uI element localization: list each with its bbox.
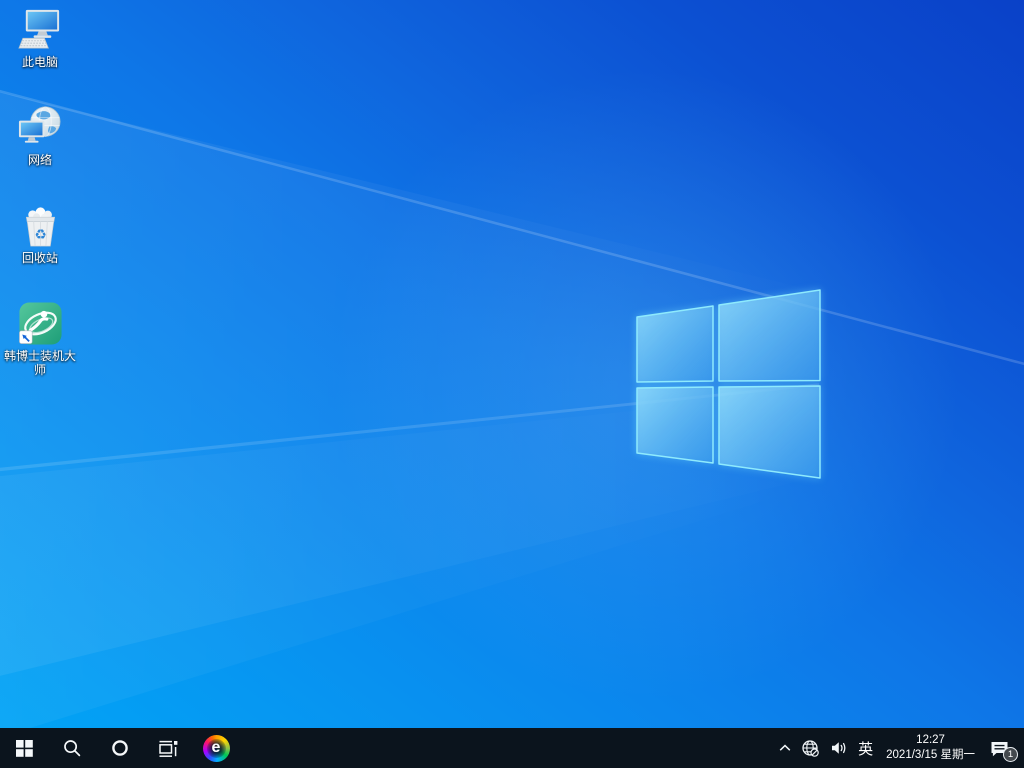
clock-date: 2021/3/15 星期一 bbox=[886, 749, 975, 761]
notification-count-badge: 1 bbox=[1003, 747, 1018, 762]
clock-time: 12:27 bbox=[916, 734, 945, 747]
input-method-indicator[interactable]: 英 bbox=[853, 728, 878, 768]
icon-label-recycle-bin: 回收站 bbox=[21, 251, 58, 265]
search-icon bbox=[64, 740, 81, 757]
icon-label-this-pc: 此电脑 bbox=[21, 55, 58, 69]
edge-letter: e bbox=[211, 739, 221, 756]
desktop-icon-recycle-bin[interactable]: ♻ 回收站 bbox=[1, 202, 79, 300]
icon-label-hanboshi-installer: 韩博士装机大师 bbox=[3, 349, 76, 377]
chevron-up-icon bbox=[779, 744, 791, 751]
taskbar: e 英 12:27 2021/3/15 星期一 1 bbox=[0, 728, 1024, 768]
network-status-button[interactable] bbox=[796, 728, 825, 768]
taskbar-left-buttons: e bbox=[0, 728, 240, 768]
hanboshi-installer-icon bbox=[17, 300, 64, 347]
task-view-icon bbox=[159, 740, 178, 757]
edge-browser-button[interactable]: e bbox=[192, 728, 240, 768]
taskbar-clock[interactable]: 12:27 2021/3/15 星期一 bbox=[878, 733, 983, 763]
task-view-button[interactable] bbox=[144, 728, 192, 768]
desktop-icon-this-pc[interactable]: 此电脑 bbox=[1, 6, 79, 104]
start-button[interactable] bbox=[0, 728, 48, 768]
shortcut-arrow-overlay bbox=[18, 330, 32, 344]
recycle-bin-icon: ♻ bbox=[17, 202, 64, 249]
search-button[interactable] bbox=[48, 728, 96, 768]
icon-label-network: 网络 bbox=[27, 153, 52, 167]
windows-start-icon bbox=[15, 739, 33, 757]
network-icon bbox=[17, 104, 64, 151]
light-ray-lower bbox=[0, 383, 820, 472]
desktop-icon-hanboshi-installer[interactable]: 韩博士装机大师 bbox=[1, 300, 79, 398]
action-center-button[interactable]: 1 bbox=[983, 728, 1020, 768]
light-ray-upper bbox=[0, 89, 1024, 366]
system-tray: 英 12:27 2021/3/15 星期一 1 bbox=[774, 728, 1024, 768]
volume-button[interactable] bbox=[825, 728, 853, 768]
globe-no-internet-icon bbox=[802, 739, 819, 757]
cortana-icon bbox=[112, 740, 128, 756]
desktop-icon-grid: 此电脑 网络 ♻ 回收站 韩博士装机大师 bbox=[1, 6, 79, 398]
desktop-icon-network[interactable]: 网络 bbox=[1, 104, 79, 202]
this-pc-icon bbox=[17, 6, 64, 53]
speaker-icon bbox=[832, 742, 846, 754]
light-ray-wedge bbox=[0, 92, 820, 676]
desktop-wallpaper bbox=[0, 0, 1024, 768]
windows-desktop: 此电脑 网络 ♻ 回收站 韩博士装机大师 e 英 12:27 2021/3/15… bbox=[0, 0, 1024, 768]
edge-icon: e bbox=[202, 734, 230, 762]
show-hidden-icons-button[interactable] bbox=[774, 728, 796, 768]
cortana-button[interactable] bbox=[96, 728, 144, 768]
input-language-label: 英 bbox=[858, 740, 874, 758]
light-ray-bottom-wedge bbox=[0, 391, 820, 738]
recycle-symbol: ♻ bbox=[34, 227, 46, 242]
windows-logo-wallpaper bbox=[636, 289, 821, 479]
